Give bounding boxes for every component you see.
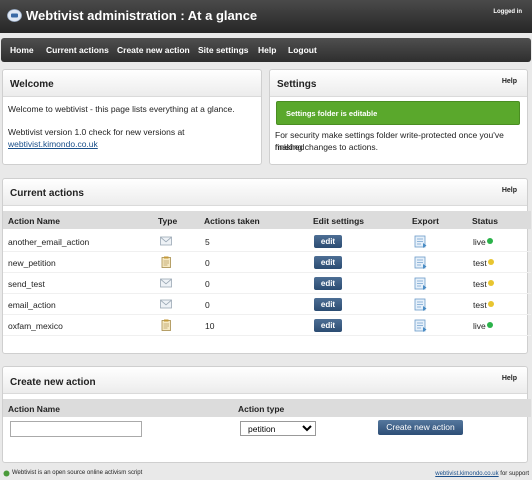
current-actions-title: Current actions bbox=[10, 188, 84, 199]
col-status: Status bbox=[472, 216, 498, 226]
action-name-cell: oxfam_mexico bbox=[8, 321, 63, 331]
current-actions-header: Current actions Help bbox=[3, 179, 527, 206]
edit-button[interactable]: edit bbox=[314, 298, 342, 311]
welcome-panel-header: Welcome bbox=[3, 70, 261, 97]
col-new-action-type: Action type bbox=[238, 404, 285, 414]
settings-success-banner: Settings folder is editable bbox=[276, 101, 520, 125]
status-text: test bbox=[473, 279, 487, 289]
page-title: Webtivist administration : At a glance bbox=[26, 8, 258, 23]
footer-support: webtivist.kimondo.co.uk for support bbox=[435, 471, 529, 477]
create-new-action-button[interactable]: Create new action bbox=[378, 420, 463, 435]
version-check-link[interactable]: webtivist.kimondo.co.uk bbox=[8, 138, 98, 150]
status-text: live bbox=[473, 237, 486, 247]
version-text: Webtivist version 1.0 check for new vers… bbox=[8, 127, 185, 137]
status-text: test bbox=[473, 300, 487, 310]
nav-help[interactable]: Help bbox=[258, 45, 276, 55]
welcome-title: Welcome bbox=[10, 79, 54, 90]
actions-taken-cell: 10 bbox=[205, 321, 215, 331]
settings-panel: Settings Help Settings folder is editabl… bbox=[269, 69, 528, 165]
col-actions-taken: Actions taken bbox=[204, 216, 260, 226]
table-row: another_email_action 5 edit live bbox=[3, 231, 531, 252]
petition-icon bbox=[160, 256, 172, 268]
edit-button[interactable]: edit bbox=[314, 235, 342, 248]
settings-help-link[interactable]: Help bbox=[502, 78, 517, 85]
create-action-form-header: Action Name Action type bbox=[3, 399, 531, 417]
email-icon bbox=[160, 298, 172, 310]
export-icon[interactable] bbox=[414, 298, 427, 311]
nav-home[interactable]: Home bbox=[10, 45, 34, 55]
footer-support-text: for support bbox=[498, 471, 529, 477]
edit-button[interactable]: edit bbox=[314, 277, 342, 290]
status-dot-icon bbox=[487, 322, 493, 328]
nav-site-settings[interactable]: Site settings bbox=[198, 45, 249, 55]
petition-icon bbox=[160, 319, 172, 331]
create-action-title: Create new action bbox=[10, 377, 96, 388]
email-icon bbox=[160, 277, 172, 289]
col-type: Type bbox=[158, 216, 178, 226]
webtivist-logo-icon bbox=[7, 9, 22, 22]
welcome-text: Welcome to webtivist - this page lists e… bbox=[8, 104, 235, 114]
action-name-cell: send_test bbox=[8, 279, 45, 289]
create-action-help-link[interactable]: Help bbox=[502, 375, 517, 382]
export-icon[interactable] bbox=[414, 319, 427, 332]
edit-button[interactable]: edit bbox=[314, 256, 342, 269]
actions-taken-cell: 0 bbox=[205, 300, 210, 310]
nav-current-actions[interactable]: Current actions bbox=[46, 45, 109, 55]
email-icon bbox=[160, 235, 172, 247]
export-icon[interactable] bbox=[414, 277, 427, 290]
create-action-panel: Create new action Help Action Name Actio… bbox=[2, 366, 531, 463]
settings-success-text: Settings folder is editable bbox=[286, 109, 378, 118]
action-name-cell: new_petition bbox=[8, 258, 56, 268]
col-export: Export bbox=[412, 216, 439, 226]
welcome-panel: Welcome Welcome to webtivist - this page… bbox=[2, 69, 262, 165]
main-nav: Home Current actions Create new action S… bbox=[1, 38, 531, 62]
status-dot-icon bbox=[488, 259, 494, 265]
nav-create-new-action[interactable]: Create new action bbox=[117, 45, 190, 55]
settings-title: Settings bbox=[277, 79, 317, 90]
status-dot-icon bbox=[488, 301, 494, 307]
action-name-cell: email_action bbox=[8, 300, 56, 310]
actions-table-header: Action Name Type Actions taken Edit sett… bbox=[3, 211, 531, 229]
col-edit-settings: Edit settings bbox=[313, 216, 365, 226]
action-type-select[interactable]: petition bbox=[240, 421, 316, 436]
table-row: new_petition 0 edit test bbox=[3, 252, 531, 273]
table-row: oxfam_mexico 10 edit live bbox=[3, 315, 531, 336]
status-dot-icon bbox=[487, 238, 493, 244]
settings-note-line2: making changes to actions. bbox=[275, 142, 379, 152]
status-text: live bbox=[473, 321, 486, 331]
nav-logout[interactable]: Logout bbox=[288, 45, 317, 55]
status-text: test bbox=[473, 258, 487, 268]
actions-taken-cell: 0 bbox=[205, 279, 210, 289]
table-row: send_test 0 edit test bbox=[3, 273, 531, 294]
col-new-action-name: Action Name bbox=[8, 404, 60, 414]
actions-taken-cell: 5 bbox=[205, 237, 210, 247]
current-actions-panel: Current actions Help Action Name Type Ac… bbox=[2, 178, 531, 354]
webtivist-small-icon bbox=[3, 470, 10, 477]
export-icon[interactable] bbox=[414, 256, 427, 269]
action-name-cell: another_email_action bbox=[8, 237, 90, 247]
table-row: email_action 0 edit test bbox=[3, 294, 531, 315]
create-action-header: Create new action Help bbox=[3, 367, 527, 394]
settings-panel-header: Settings Help bbox=[270, 70, 527, 97]
export-icon[interactable] bbox=[414, 235, 427, 248]
footer-text: Webtivist is an open source online activ… bbox=[12, 470, 143, 476]
edit-button[interactable]: edit bbox=[314, 319, 342, 332]
logged-in-status: Logged in bbox=[493, 9, 522, 15]
col-action-name: Action Name bbox=[8, 216, 60, 226]
current-actions-help-link[interactable]: Help bbox=[502, 187, 517, 194]
status-dot-icon bbox=[488, 280, 494, 286]
footer-support-link[interactable]: webtivist.kimondo.co.uk bbox=[435, 471, 498, 477]
actions-taken-cell: 0 bbox=[205, 258, 210, 268]
action-name-input[interactable] bbox=[10, 421, 142, 437]
app-header: Webtivist administration : At a glance L… bbox=[0, 0, 532, 33]
